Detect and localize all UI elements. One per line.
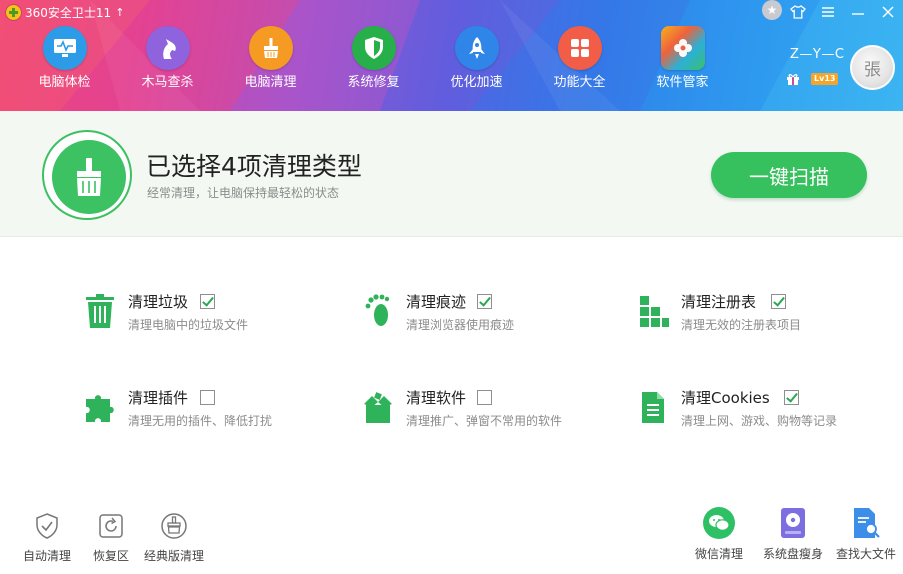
broom-icon [52,140,126,214]
option-checkbox[interactable] [771,294,786,309]
option-checkbox[interactable] [477,294,492,309]
close-icon[interactable] [873,0,903,24]
nav-label: 优化加速 [450,75,503,90]
option-description: 清理浏览器使用痕迹 [406,318,515,332]
nav-item-speedup[interactable]: 优化加速 [425,26,528,98]
skin-shirt-icon[interactable] [783,0,813,24]
option-clean-traces[interactable]: 清理痕迹 清理浏览器使用痕迹 [360,293,580,333]
one-click-scan-button[interactable]: 一键扫描 [711,152,867,198]
nav-item-cleanup[interactable]: 电脑清理 [219,26,322,98]
flower-icon [660,26,705,70]
option-title: 清理Cookies [681,389,770,407]
option-title: 清理垃圾 [128,293,189,311]
option-description: 清理无效的注册表项目 [681,318,802,332]
app-window: 360安全卫士11 ↑ ★ 电脑体检 木马查杀 电脑清理 系统修复 优化加速 功… [0,0,903,574]
main-nav: 电脑体检 木马查杀 电脑清理 系统修复 优化加速 功能大全 软件管家 [13,26,734,98]
option-checkbox[interactable] [200,294,215,309]
tool-wechat-clean[interactable]: 微信清理 [693,507,745,562]
registry-blocks-icon [635,293,671,329]
open-box-icon [360,389,396,425]
banner-title: 已选择4项清理类型 [146,152,362,181]
footprint-icon [360,293,396,329]
window-controls [783,0,903,24]
option-title: 清理注册表 [681,293,757,311]
option-description: 清理电脑中的垃圾文件 [128,318,249,332]
nav-label: 电脑体检 [38,75,91,90]
option-clean-junk[interactable]: 清理垃圾 清理电脑中的垃圾文件 [82,293,302,333]
tool-find-large-files[interactable]: 查找大文件 [834,507,898,562]
clean-banner: 已选择4项清理类型 经常清理，让电脑保持最轻松的状态 一键扫描 [0,111,903,237]
shield-icon [351,26,396,70]
tool-label: 恢复区 [92,549,129,563]
option-clean-software[interactable]: 清理软件 清理推广、弹窗不常用的软件 [360,389,590,429]
option-checkbox[interactable] [477,390,492,405]
gift-icon[interactable] [786,71,800,85]
minimize-icon[interactable] [843,0,873,24]
option-title: 清理插件 [128,389,189,407]
puzzle-icon [82,389,118,425]
broom-icon [248,26,293,70]
nav-item-all-features[interactable]: 功能大全 [528,26,631,98]
app-title: 360安全卫士11 ↑ [6,4,124,20]
header-bar: 360安全卫士11 ↑ ★ 电脑体检 木马查杀 电脑清理 系统修复 优化加速 功… [0,0,903,111]
horse-icon [145,26,190,70]
nav-item-software-manager[interactable]: 软件管家 [631,26,734,98]
app-title-text: 360安全卫士11 [25,5,112,20]
option-clean-registry[interactable]: 清理注册表 清理无效的注册表项目 [635,293,865,333]
option-description: 清理上网、游戏、购物等记录 [681,414,838,428]
update-arrow-icon[interactable]: ↑ [115,6,124,19]
menu-icon[interactable] [813,0,843,24]
nav-label: 电脑清理 [244,75,297,90]
option-description: 清理无用的插件、降低打扰 [128,414,273,428]
option-clean-cookies[interactable]: 清理Cookies 清理上网、游戏、购物等记录 [635,389,875,429]
tool-auto-clean[interactable]: 自动清理 [22,511,72,564]
nav-label: 木马查杀 [141,75,194,90]
tool-system-disk-slim[interactable]: 系统盘瘦身 [761,507,825,562]
option-description: 清理推广、弹窗不常用的软件 [406,414,563,428]
avatar[interactable]: 張 [850,45,895,90]
restore-icon [96,511,126,541]
grid-icon [557,26,602,70]
nav-label: 系统修复 [347,75,400,90]
trash-icon [82,293,118,329]
monitor-pulse-icon [42,26,87,70]
nav-label: 功能大全 [553,75,606,90]
nav-item-checkup[interactable]: 电脑体检 [13,26,116,98]
option-clean-plugins[interactable]: 清理插件 清理无用的插件、降低打扰 [82,389,312,429]
username[interactable]: Z—Y—C [790,47,844,62]
option-checkbox[interactable] [784,390,799,405]
banner-subtitle: 经常清理，让电脑保持最轻松的状态 [147,186,340,200]
tool-restore-area[interactable]: 恢复区 [86,511,136,564]
shield-check-icon [32,511,62,541]
tool-classic-clean[interactable]: 经典版清理 [144,511,204,564]
wechat-icon [703,507,735,539]
rocket-icon [454,26,499,70]
file-search-icon [850,507,882,539]
tool-label: 微信清理 [694,547,743,561]
tool-label: 经典版清理 [144,549,205,563]
option-title: 清理软件 [406,389,467,407]
classic-clean-icon [159,511,189,541]
level-badge[interactable]: Lv13 [811,73,839,85]
tool-label: 系统盘瘦身 [762,547,823,561]
star-icon[interactable]: ★ [762,0,782,20]
avatar-char: 張 [864,60,881,80]
360-logo-icon [6,4,21,20]
tool-label: 查找大文件 [835,547,896,561]
nav-item-trojan-scan[interactable]: 木马查杀 [116,26,219,98]
document-icon [635,389,671,425]
option-title: 清理痕迹 [406,293,467,311]
nav-item-system-repair[interactable]: 系统修复 [322,26,425,98]
option-checkbox[interactable] [200,390,215,405]
tool-label: 自动清理 [22,549,71,563]
disk-icon [777,507,809,539]
nav-label: 软件管家 [656,75,709,90]
